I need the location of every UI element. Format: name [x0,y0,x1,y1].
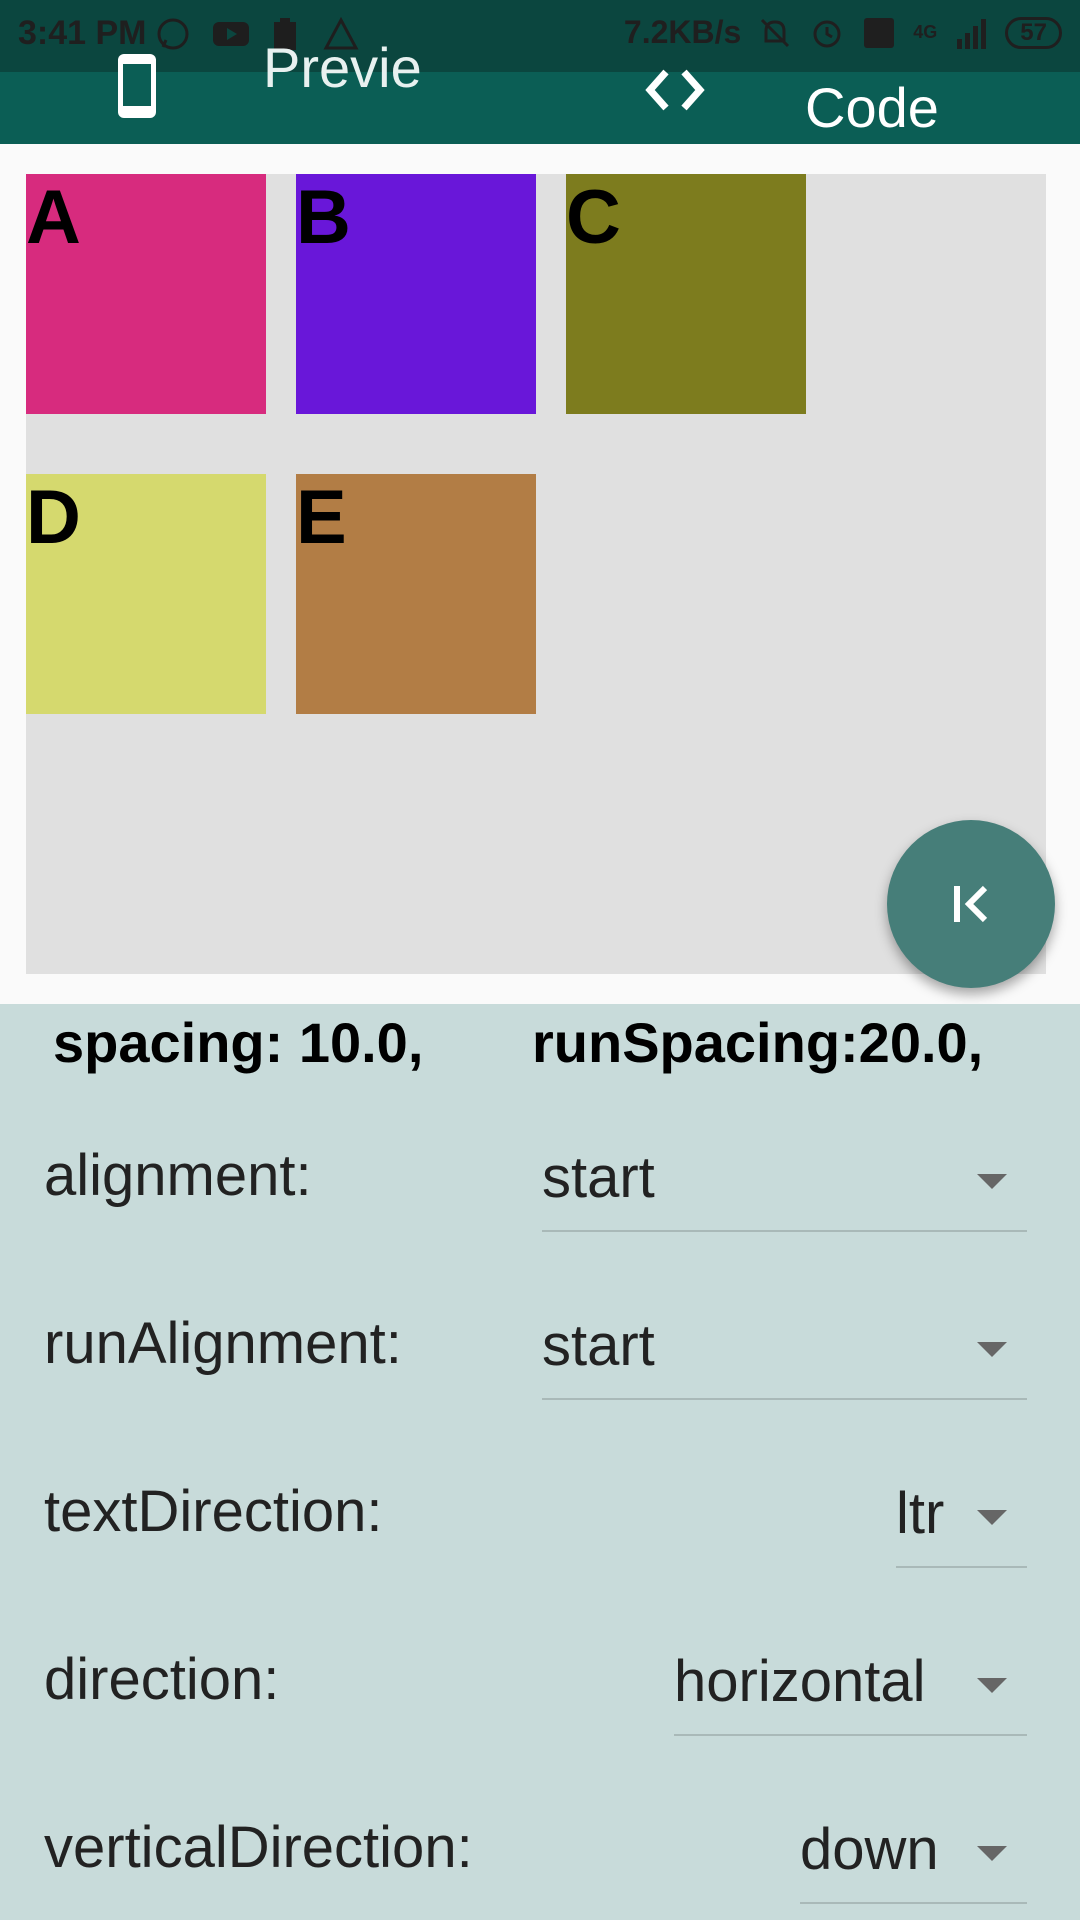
tab-code[interactable]: Code [620,69,1040,144]
box-a: A [26,174,266,414]
alignment-dropdown[interactable]: start [542,1134,1027,1232]
mute-icon [761,18,790,47]
status-time: 3:41 PM [18,14,147,52]
text-direction-dropdown[interactable]: ltr [896,1470,1027,1568]
collapse-fab-button[interactable] [887,820,1055,988]
dropdown-arrow-icon [977,1678,1007,1693]
alarm-icon [813,20,841,47]
alignment-value: start [542,1145,655,1210]
box-c: C [566,174,806,414]
dropdown-arrow-icon [977,1174,1007,1189]
tab-preview[interactable]: Preview [88,36,518,195]
vertical-direction-value: down [800,1817,939,1882]
direction-label: direction: [44,1647,280,1712]
text-direction-value: ltr [896,1481,945,1546]
code-brackets-icon [645,69,705,111]
phone-icon [118,54,156,118]
box-label: E [296,475,347,560]
volte-icon [864,17,895,48]
run-alignment-row: runAlignment: start [0,1292,1080,1412]
dropdown-arrow-icon [977,1846,1007,1861]
direction-dropdown[interactable]: horizontal [674,1638,1027,1736]
network-speed: 7.2KB/s [623,14,742,50]
box-label: A [26,175,81,260]
vertical-direction-label: verticalDirection: [44,1815,473,1880]
box-e: E [296,474,536,714]
box-d: D [26,474,266,714]
spacing-text: spacing: 10.0, [53,1011,424,1074]
battery-icon: 57 [1005,16,1062,49]
status-right: 7.2KB/s 4G 57 [624,14,1062,51]
whatsapp-icon [155,16,191,52]
box-b: B [296,174,536,414]
alignment-row: alignment: start [0,1124,1080,1244]
youtube-icon [211,16,249,52]
box-label: B [296,175,351,260]
text-direction-row: textDirection: ltr [0,1460,1080,1580]
run-spacing-text: runSpacing:20.0, [532,1011,984,1074]
vertical-direction-dropdown[interactable]: down [800,1806,1027,1904]
box-label: D [26,475,81,560]
alignment-label: alignment: [44,1143,312,1208]
wrap-canvas: A B C D E [26,174,1055,988]
run-alignment-dropdown[interactable]: start [542,1302,1027,1400]
direction-value: horizontal [674,1649,926,1714]
dropdown-arrow-icon [977,1510,1007,1525]
spacing-row: spacing: 10.0, runSpacing:20.0, [0,1004,1080,1084]
run-alignment-label: runAlignment: [44,1311,402,1376]
app-bar: Preview Code [0,36,1080,195]
controls-panel: spacing: 10.0, runSpacing:20.0, alignmen… [0,1004,1080,1920]
box-label: C [566,175,621,260]
signal-icon [957,18,987,49]
run-alignment-value: start [542,1313,655,1378]
preview-panel: A B C D E [0,144,1080,1004]
tab-code-label: Code [805,76,939,139]
collapse-left-icon [954,885,988,923]
dropdown-arrow-icon [977,1342,1007,1357]
direction-row: direction: horizontal [0,1628,1080,1748]
signal-label: 4G [913,22,938,42]
text-direction-label: textDirection: [44,1479,383,1544]
vertical-direction-row: verticalDirection: down [0,1796,1080,1916]
